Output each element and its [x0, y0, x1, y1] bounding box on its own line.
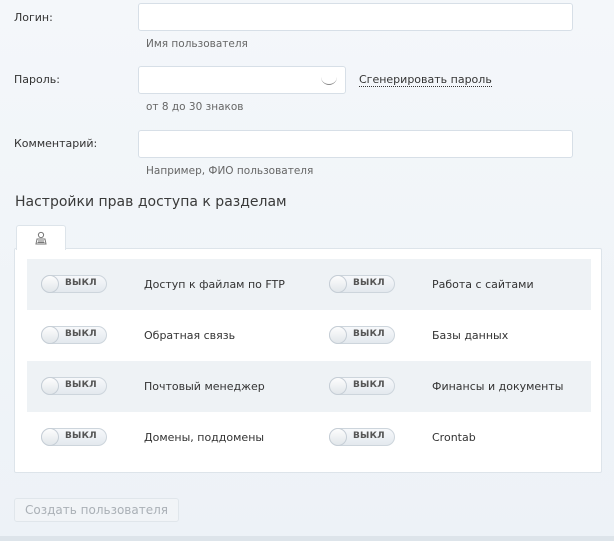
toggle-state: ВЫКЛ [353, 278, 385, 288]
login-hint: Имя пользователя [146, 38, 248, 50]
toggle-finance-documents[interactable]: ВЫКЛ [329, 377, 395, 395]
toggle-feedback[interactable]: ВЫКЛ [41, 326, 107, 344]
comment-hint: Например, ФИО пользователя [146, 165, 314, 177]
toggle-state: ВЫКЛ [65, 329, 97, 339]
permission-label: Базы данных [432, 329, 509, 342]
permission-label: Crontab [432, 431, 476, 444]
permission-label: Домены, поддомены [144, 431, 265, 444]
bottom-divider [0, 536, 614, 541]
comment-label: Комментарий: [14, 137, 98, 150]
permission-label: Работа с сайтами [432, 278, 534, 291]
login-input[interactable] [138, 3, 573, 31]
permission-label: Обратная связь [144, 329, 236, 342]
user-icon [35, 231, 47, 245]
access-row: ВЫКЛ Обратная связь ВЫКЛ Базы данных [27, 310, 591, 361]
access-row: ВЫКЛ Доступ к файлам по FTP ВЫКЛ Работа … [27, 259, 591, 310]
toggle-crontab[interactable]: ВЫКЛ [329, 428, 395, 446]
comment-input[interactable] [138, 130, 573, 158]
access-panel: ВЫКЛ Доступ к файлам по FTP ВЫКЛ Работа … [14, 248, 602, 473]
access-row: ВЫКЛ Почтовый менеджер ВЫКЛ Финансы и до… [27, 361, 591, 412]
loading-icon [321, 77, 337, 85]
toggle-state: ВЫКЛ [65, 278, 97, 288]
toggle-state: ВЫКЛ [353, 380, 385, 390]
permission-label: Доступ к файлам по FTP [144, 278, 285, 291]
toggle-state: ВЫКЛ [353, 431, 385, 441]
toggle-sites[interactable]: ВЫКЛ [329, 275, 395, 293]
tab-user-access[interactable] [16, 225, 66, 250]
access-row: ВЫКЛ Домены, поддомены ВЫКЛ Crontab [27, 412, 591, 463]
permission-label: Почтовый менеджер [144, 380, 265, 393]
toggle-state: ВЫКЛ [65, 431, 97, 441]
toggle-domains[interactable]: ВЫКЛ [41, 428, 107, 446]
toggle-mail-manager[interactable]: ВЫКЛ [41, 377, 107, 395]
password-label: Пароль: [14, 73, 60, 86]
access-settings-title: Настройки прав доступа к разделам [15, 194, 287, 210]
permission-label: Финансы и документы [432, 380, 564, 393]
password-input[interactable] [138, 66, 346, 94]
password-hint: от 8 до 30 знаков [146, 101, 244, 113]
toggle-state: ВЫКЛ [65, 380, 97, 390]
toggle-databases[interactable]: ВЫКЛ [329, 326, 395, 344]
toggle-ftp-access[interactable]: ВЫКЛ [41, 275, 107, 293]
create-user-button[interactable]: Создать пользователя [14, 498, 179, 522]
login-label: Логин: [14, 11, 53, 24]
toggle-state: ВЫКЛ [353, 329, 385, 339]
generate-password-link[interactable]: Сгенерировать пароль [359, 73, 492, 87]
